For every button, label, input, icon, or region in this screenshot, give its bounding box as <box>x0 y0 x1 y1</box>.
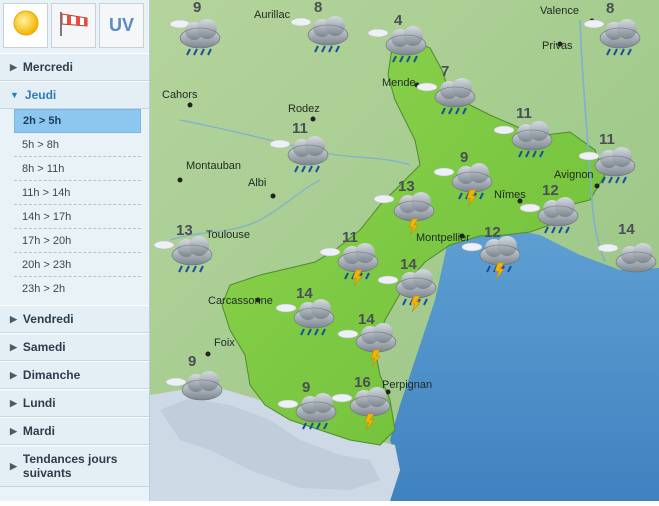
city-label: Toulouse <box>206 229 250 241</box>
weather-map: Aurillac Valence Privas Cahors Rodez Men… <box>150 0 659 501</box>
temperature-label: 12 <box>484 224 501 241</box>
time-slot[interactable]: 8h > 11h <box>14 157 141 181</box>
chevron-right-icon: ▶ <box>10 369 17 380</box>
tab-bar: UV <box>0 0 149 50</box>
temperature-label: 14 <box>296 285 313 302</box>
sun-icon <box>9 6 43 45</box>
day-label: Tendances jours suivants <box>22 452 118 480</box>
temperature-label: 9 <box>302 379 310 396</box>
day-vendredi[interactable]: ▶ Vendredi <box>0 305 149 333</box>
time-slot[interactable]: 2h > 5h <box>14 109 141 133</box>
chevron-right-icon: ▶ <box>10 397 17 408</box>
day-tendances[interactable]: ▶ Tendances jours suivants <box>0 445 149 487</box>
day-label: Lundi <box>22 396 56 410</box>
temperature-label: 13 <box>176 222 193 239</box>
time-slot[interactable]: 11h > 14h <box>14 181 141 205</box>
day-dimanche[interactable]: ▶ Dimanche <box>0 361 149 389</box>
city-label: Valence <box>540 5 579 17</box>
temperature-label: 4 <box>394 12 403 29</box>
temperature-label: 11 <box>599 131 615 148</box>
uv-label: UV <box>108 15 134 35</box>
day-label: Jeudi <box>24 88 57 102</box>
temperature-label: 7 <box>441 63 449 80</box>
time-slot-list: 2h > 5h 5h > 8h 8h > 11h 11h > 14h 14h >… <box>0 109 149 305</box>
temperature-label: 9 <box>188 353 196 370</box>
day-label: Mercredi <box>22 60 73 74</box>
day-label: Vendredi <box>22 312 74 326</box>
day-mardi[interactable]: ▶ Mardi <box>0 417 149 445</box>
temperature-label: 16 <box>354 374 371 391</box>
time-slot[interactable]: 20h > 23h <box>14 253 141 277</box>
city-label: Rodez <box>288 103 320 115</box>
chevron-right-icon: ▶ <box>10 425 17 436</box>
day-label: Dimanche <box>22 368 81 382</box>
tab-uv[interactable]: UV <box>99 3 144 48</box>
city-marker-aurillac: Aurillac <box>254 9 291 21</box>
city-label: Foix <box>214 337 235 349</box>
city-label: Mende <box>382 77 416 89</box>
temperature-label: 14 <box>358 311 375 328</box>
time-slot[interactable]: 17h > 20h <box>14 229 141 253</box>
time-slot[interactable]: 14h > 17h <box>14 205 141 229</box>
chevron-right-icon: ▶ <box>10 313 17 324</box>
temperature-label: 14 <box>400 256 417 273</box>
temperature-label: 8 <box>606 0 614 17</box>
time-slot[interactable]: 23h > 2h <box>14 277 141 301</box>
tab-wind[interactable] <box>51 3 96 48</box>
day-label: Samedi <box>22 340 66 354</box>
city-label: Perpignan <box>382 379 432 391</box>
forecast-sidebar: UV ▶ Mercredi ▼ Jeudi 2h > 5h 5h > 8h 8h… <box>0 0 150 501</box>
temperature-label: 12 <box>542 182 559 199</box>
windsock-icon <box>57 8 91 43</box>
temperature-label: 11 <box>516 105 532 122</box>
temperature-label: 11 <box>292 120 308 137</box>
day-lundi[interactable]: ▶ Lundi <box>0 389 149 417</box>
city-label: Privas <box>542 40 573 52</box>
city-label: Avignon <box>554 169 594 181</box>
temperature-label: 9 <box>460 149 468 166</box>
temperature-label: 8 <box>314 0 322 16</box>
city-marker-privas: Privas <box>542 40 573 52</box>
city-label: Montauban <box>186 160 241 172</box>
temperature-label: 11 <box>342 229 358 246</box>
day-label: Mardi <box>22 424 55 438</box>
chevron-right-icon: ▶ <box>10 61 17 72</box>
city-label: Aurillac <box>254 9 291 21</box>
city-label: Montpellier <box>416 232 470 244</box>
day-mercredi[interactable]: ▶ Mercredi <box>0 53 149 81</box>
temperature-label: 14 <box>618 221 635 238</box>
city-label: Carcassonne <box>208 295 273 307</box>
day-samedi[interactable]: ▶ Samedi <box>0 333 149 361</box>
time-slot[interactable]: 5h > 8h <box>14 133 141 157</box>
city-label: Albi <box>248 177 266 189</box>
city-marker-carcassonne: Carcassonne <box>208 295 273 307</box>
city-marker-mende: Mende <box>382 77 420 89</box>
temperature-label: 13 <box>398 178 415 195</box>
day-jeudi[interactable]: ▼ Jeudi <box>0 81 149 109</box>
chevron-down-icon: ▼ <box>10 90 19 100</box>
city-label: Cahors <box>162 89 198 101</box>
chevron-right-icon: ▶ <box>10 461 17 471</box>
tab-weather[interactable] <box>3 3 48 48</box>
city-marker-montpellier: Montpellier <box>416 232 470 244</box>
temperature-label: 9 <box>193 0 201 16</box>
chevron-right-icon: ▶ <box>10 341 17 352</box>
city-label: Nîmes <box>494 189 526 201</box>
